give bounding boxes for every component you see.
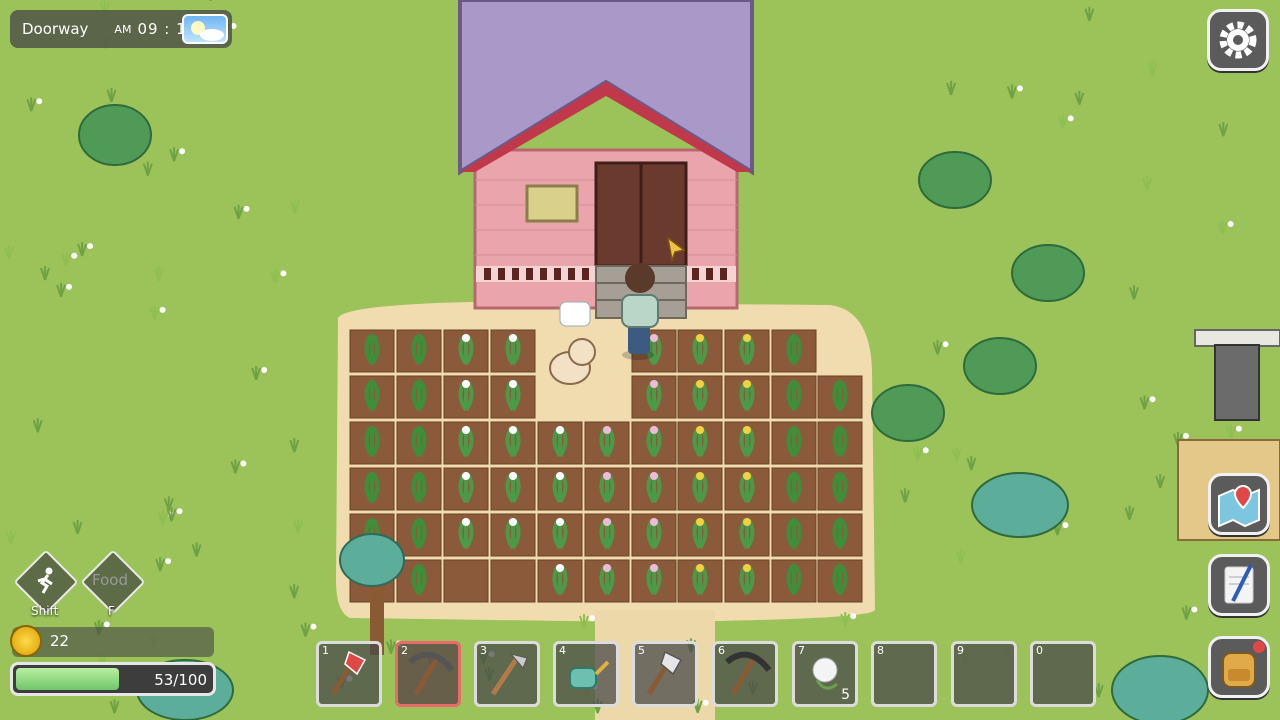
item-count: 5 — [841, 687, 850, 703]
time-period: AM — [114, 22, 132, 36]
journal-button[interactable] — [1208, 554, 1270, 616]
hotbar-slot-3[interactable]: 3 — [474, 641, 540, 707]
slot-number: 9 — [957, 644, 964, 657]
hotbar-slot-9[interactable]: 9 — [951, 641, 1017, 707]
running-person-icon — [37, 567, 53, 594]
food-key-label: F — [108, 604, 115, 618]
pickaxe-red-icon — [408, 651, 455, 696]
hotbar-slot-4[interactable]: 4 — [553, 641, 619, 707]
stamina-text: 53/100 — [154, 671, 207, 689]
hotbar-slot-1[interactable]: 1 — [316, 641, 382, 707]
sunny-sky-icon — [182, 14, 228, 44]
location-time-panel: Doorway AM 09 : 10 — [10, 10, 232, 48]
slot-number: 0 — [1036, 644, 1043, 657]
food-icon: Food — [92, 571, 128, 589]
coin-counter: 22 — [10, 625, 214, 657]
stamina-fill — [16, 668, 119, 690]
hotbar-slot-5[interactable]: 5 — [632, 641, 698, 707]
hotbar-slot-7[interactable]: 75 — [792, 641, 858, 707]
gold-coin-icon — [10, 625, 42, 657]
hotbar-slot-0[interactable]: 0 — [1030, 641, 1096, 707]
watering-can-icon — [569, 660, 610, 689]
settings-gear-icon — [1219, 21, 1257, 59]
location-name: Doorway — [22, 20, 89, 38]
backpack-icon — [1222, 641, 1265, 688]
game-world — [0, 0, 1280, 720]
hoe-icon — [490, 653, 528, 696]
slot-number: 8 — [877, 644, 884, 657]
hotbar-slot-8[interactable]: 8 — [871, 641, 937, 707]
backpack-button[interactable] — [1208, 636, 1270, 698]
settings-button[interactable] — [1207, 9, 1269, 71]
house-window — [525, 184, 579, 223]
farmhouse[interactable] — [458, 0, 754, 319]
hotbar-slot-2[interactable]: 2 — [395, 641, 461, 707]
coin-amount: 22 — [50, 632, 70, 650]
axe-red-icon — [330, 650, 367, 696]
map-pin-icon — [1218, 484, 1260, 528]
axe-icon — [646, 650, 683, 696]
sprint-key-label: Shift — [31, 604, 59, 618]
stamina-bar: 53/100 — [10, 662, 216, 696]
hotbar-slot-6[interactable]: 6 — [712, 641, 778, 707]
journal-pen-icon — [1224, 564, 1254, 604]
pickaxe-icon — [725, 651, 772, 696]
map-button[interactable] — [1208, 473, 1270, 535]
